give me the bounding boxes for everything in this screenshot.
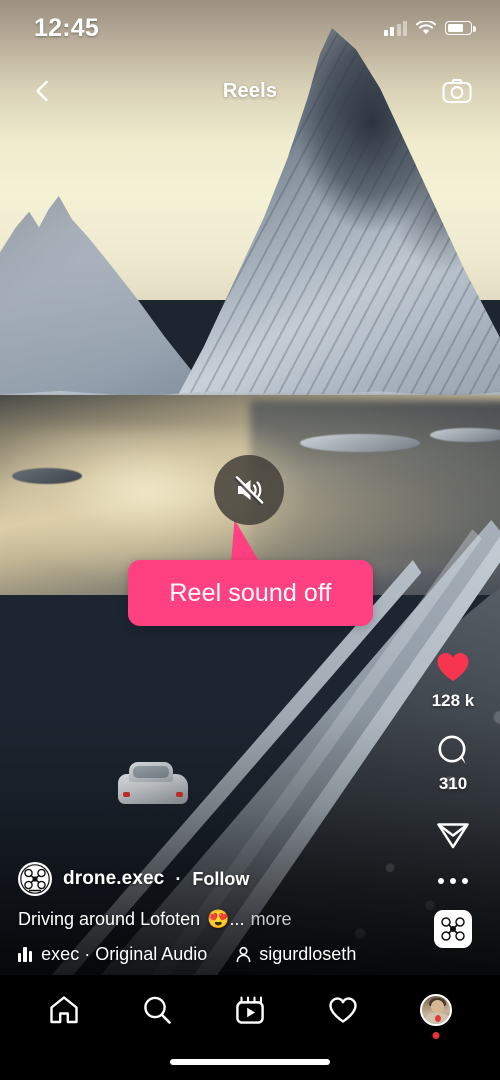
status-clock: 12:45 xyxy=(34,13,99,42)
page-title: Reels xyxy=(222,79,278,102)
nav-home[interactable] xyxy=(37,983,91,1037)
mute-indicator[interactable] xyxy=(214,455,284,525)
post-caption[interactable]: Driving around Lofoten 😍 ... more xyxy=(18,909,402,930)
profile-avatar-icon xyxy=(419,994,452,1026)
offshore-rock xyxy=(430,428,500,442)
comment-count: 310 xyxy=(438,774,468,793)
search-icon xyxy=(144,996,171,1024)
nav-activity[interactable] xyxy=(316,983,370,1037)
home-indicator[interactable] xyxy=(170,1059,330,1065)
offshore-rock xyxy=(12,468,82,484)
more-options-action[interactable] xyxy=(438,866,468,896)
reels-icon xyxy=(236,996,264,1024)
action-rail: 128 k 310 xyxy=(422,648,484,948)
back-button[interactable] xyxy=(22,70,64,112)
paper-plane-icon xyxy=(437,823,469,849)
post-author-row: drone.exec · Follow xyxy=(18,862,402,896)
like-count: 128 k xyxy=(431,691,475,710)
heart-outline-icon xyxy=(329,997,357,1023)
person-icon xyxy=(236,946,251,963)
audio-track-thumbnail[interactable] xyxy=(434,910,472,948)
comment-action[interactable]: 310 xyxy=(435,733,471,794)
meta-separator: · xyxy=(175,868,182,889)
post-meta: drone.exec · Follow Driving around Lofot… xyxy=(0,862,420,965)
caption-text: Driving around Lofoten xyxy=(18,909,201,929)
camera-button[interactable] xyxy=(436,70,478,112)
share-action[interactable] xyxy=(435,816,471,852)
notification-dot xyxy=(432,1032,440,1039)
instagram-reels-screen: 12:45 Reels Reel sound off 128 k 310 dro… xyxy=(0,0,500,1080)
offshore-rock xyxy=(300,434,420,452)
audio-label[interactable]: exec · Original Audio xyxy=(41,944,207,965)
like-action[interactable]: 128 k xyxy=(431,648,475,711)
more-dots-icon xyxy=(438,878,444,884)
nav-reels[interactable] xyxy=(223,983,277,1037)
sound-off-callout: Reel sound off xyxy=(128,560,373,626)
avatar[interactable] xyxy=(18,862,52,896)
caption-ellipsis: ... xyxy=(229,909,245,929)
battery-icon xyxy=(445,21,476,35)
camera-icon xyxy=(442,78,472,104)
caption-emoji: 😍 xyxy=(207,909,230,929)
wifi-icon xyxy=(416,20,436,34)
chevron-left-icon xyxy=(36,80,48,102)
nav-profile[interactable] xyxy=(409,983,463,1039)
home-icon xyxy=(50,996,79,1024)
speaker-muted-icon xyxy=(234,476,264,506)
heart-filled-icon xyxy=(437,653,469,681)
collaborator-name: sigurdloseth xyxy=(259,944,357,964)
comment-bubble-icon xyxy=(438,735,466,764)
caption-more-link[interactable]: more xyxy=(251,909,292,930)
status-indicators xyxy=(383,20,476,36)
reels-header: Reels xyxy=(0,62,500,120)
status-bar: 12:45 xyxy=(0,0,500,56)
bottom-navigation xyxy=(0,975,500,1080)
drone-exec-avatar-icon xyxy=(20,864,50,894)
author-username[interactable]: drone.exec xyxy=(63,868,164,890)
nav-search[interactable] xyxy=(130,983,184,1037)
collaborator[interactable]: sigurdloseth xyxy=(235,944,356,965)
audio-equalizer-icon xyxy=(18,947,33,962)
audio-row: exec · Original Audio sigurdloseth xyxy=(18,944,402,965)
callout-label: Reel sound off xyxy=(169,578,332,607)
drone-exec-logo-icon xyxy=(441,917,465,941)
cellular-bars-icon xyxy=(383,20,407,36)
follow-button[interactable]: Follow xyxy=(192,869,249,890)
